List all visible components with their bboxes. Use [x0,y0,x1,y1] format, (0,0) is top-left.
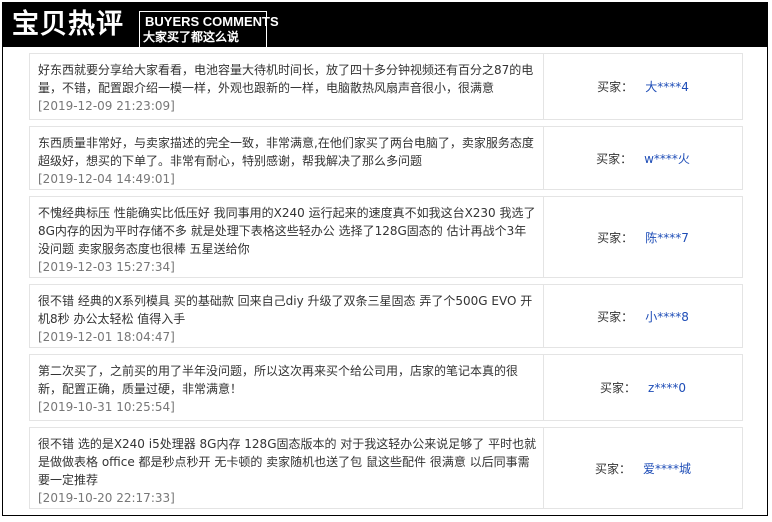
review-row: 第二次买了，之前买的用了半年没问题，所以这次再来买个给公司用，店家的笔记本真的很… [29,354,743,421]
section-subtitle-en: BUYERS COMMENTS [145,14,279,29]
review-date: [2019-12-04 14:49:01] [38,172,175,186]
review-text: 东西质量非常好，与卖家描述的完全一致，非常满意,在他们家买了两台电脑了，卖家服务… [38,136,534,168]
review-comment-cell: 很不错 选的是X240 i5处理器 8G内存 128G固态版本的 对于我这轻办公… [30,428,544,508]
review-text: 第二次买了，之前买的用了半年没问题，所以这次再来买个给公司用，店家的笔记本真的很… [38,364,519,396]
review-comment-cell: 第二次买了，之前买的用了半年没问题，所以这次再来买个给公司用，店家的笔记本真的很… [30,355,544,420]
section-title: 宝贝热评 [12,9,124,40]
review-buyer-cell: 买家： 陈****7 [544,197,742,277]
buyer-name[interactable]: 大****4 [645,78,689,95]
review-comment-cell: 东西质量非常好，与卖家描述的完全一致，非常满意,在他们家买了两台电脑了，卖家服务… [30,127,544,189]
review-text: 好东西就要分享给大家看看，电池容量大待机时间长，放了四十多分钟视频还有百分之87… [38,63,534,95]
review-row: 东西质量非常好，与卖家描述的完全一致，非常满意,在他们家买了两台电脑了，卖家服务… [29,126,743,190]
review-row: 好东西就要分享给大家看看，电池容量大待机时间长，放了四十多分钟视频还有百分之87… [29,53,743,120]
review-list: 好东西就要分享给大家看看，电池容量大待机时间长，放了四十多分钟视频还有百分之87… [29,53,743,515]
buyer-name[interactable]: 爱****城 [643,460,691,477]
review-row: 不愧经典标压 性能确实比低压好 我同事用的X240 运行起来的速度真不如我这台X… [29,196,743,278]
review-date: [2019-12-03 15:27:34] [38,260,175,274]
section-header: 宝贝热评 BUYERS COMMENTS 大家买了都这么说 [3,3,767,47]
buyer-label: 买家： [597,80,634,94]
review-date: [2019-12-01 18:04:47] [38,330,175,344]
review-comment-cell: 不愧经典标压 性能确实比低压好 我同事用的X240 运行起来的速度真不如我这台X… [30,197,544,277]
review-date: [2019-10-31 10:25:54] [38,400,175,414]
buyer-name[interactable]: z****0 [648,381,686,395]
buyer-label: 买家： [596,151,633,166]
review-text: 不愧经典标压 性能确实比低压好 我同事用的X240 运行起来的速度真不如我这台X… [38,206,536,256]
buyer-name[interactable]: 小****8 [645,308,689,325]
buyer-name[interactable]: w****火 [644,150,690,167]
review-date: [2019-10-20 22:17:33] [38,491,175,505]
buyer-label: 买家： [597,230,634,245]
section-subtitle-box: BUYERS COMMENTS 大家买了都这么说 [139,11,279,47]
review-date: [2019-12-09 21:23:09] [38,99,175,113]
section-subtitle-cn: 大家买了都这么说 [143,30,240,44]
review-buyer-cell: 买家： 大****4 [544,54,742,119]
review-buyer-cell: 买家： 小****8 [544,285,742,347]
review-text: 很不错 选的是X240 i5处理器 8G内存 128G固态版本的 对于我这轻办公… [38,437,537,487]
buyer-label: 买家： [594,461,631,476]
review-buyer-cell: 买家： w****火 [544,127,742,189]
review-text: 很不错 经典的X系列模具 买的基础款 回来自己diy 升级了双条三星固态 弄了个… [38,294,533,326]
buyer-name[interactable]: 陈****7 [645,229,689,246]
review-buyer-cell: 买家： 爱****城 [544,428,742,508]
buyer-label: 买家： [600,381,637,395]
review-row: 很不错 经典的X系列模具 买的基础款 回来自己diy 升级了双条三星固态 弄了个… [29,284,743,348]
reviews-panel: 宝贝热评 BUYERS COMMENTS 大家买了都这么说 好东西就要分享给大家… [2,2,768,516]
review-comment-cell: 好东西就要分享给大家看看，电池容量大待机时间长，放了四十多分钟视频还有百分之87… [30,54,544,119]
review-buyer-cell: 买家： z****0 [544,355,742,420]
review-row: 很不错 选的是X240 i5处理器 8G内存 128G固态版本的 对于我这轻办公… [29,427,743,509]
review-comment-cell: 很不错 经典的X系列模具 买的基础款 回来自己diy 升级了双条三星固态 弄了个… [30,285,544,347]
buyer-label: 买家： [597,309,634,324]
